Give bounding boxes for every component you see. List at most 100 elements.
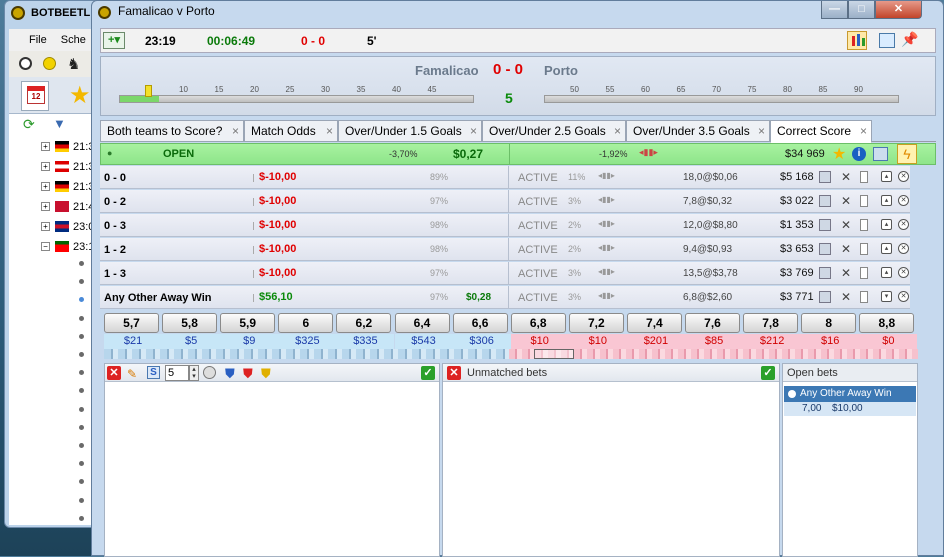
price-button[interactable]: 6,8 [510, 313, 566, 333]
tree-child-row[interactable] [9, 454, 95, 472]
tools-icon[interactable]: ✕ [840, 243, 852, 255]
expand-toggle-icon[interactable]: + [41, 202, 50, 211]
graph-icon[interactable] [819, 267, 831, 279]
graph-icon[interactable] [819, 243, 831, 255]
brush-icon[interactable]: ✎ [127, 365, 137, 383]
shield-blue-icon[interactable]: ⛊ [225, 365, 235, 383]
bar-indicator-icon[interactable] [860, 195, 868, 207]
lightning-icon[interactable]: ϟ [897, 144, 917, 164]
reset-icon[interactable] [203, 366, 216, 379]
confirm-icon[interactable]: ✓ [421, 366, 435, 380]
price-amount[interactable]: $543 [394, 334, 453, 349]
tree-child-row[interactable] [9, 272, 95, 290]
tools-icon[interactable]: ✕ [840, 291, 852, 303]
expand-icon[interactable]: ● [107, 148, 112, 158]
horse-icon[interactable]: ♞ [67, 55, 80, 73]
selection-row[interactable]: 0 - 3 $-10,00 98% ACTIVE 2% ◂▮▮▸ 12,0@$8,80 $1 … [100, 214, 910, 237]
cancel-unmatched-icon[interactable]: ✕ [447, 366, 461, 380]
tree-child-row[interactable] [9, 527, 96, 528]
price-amount[interactable]: $85 [685, 334, 744, 349]
price-button[interactable]: 8 [801, 313, 857, 333]
price-button[interactable]: 6,6 [452, 313, 508, 333]
favorites-star-icon[interactable]: ★ [69, 81, 91, 110]
graph-icon[interactable] [819, 171, 831, 183]
price-button[interactable]: 7,6 [685, 313, 740, 333]
tab-close-icon[interactable]: × [758, 121, 765, 141]
tab-match-odds[interactable]: Match Odds × [244, 120, 338, 142]
remove-icon[interactable]: ✕ [898, 219, 909, 230]
tree-child-row[interactable] [9, 472, 95, 490]
price-button[interactable]: 7,8 [743, 313, 799, 333]
price-button[interactable]: 6,2 [336, 313, 392, 333]
tree-child-row[interactable] [9, 381, 95, 399]
tree-child-row[interactable] [9, 363, 95, 381]
price-amount[interactable]: $325 [278, 334, 337, 349]
tree-child-row[interactable] [9, 491, 95, 509]
tab-over-under-3-5-goals[interactable]: Over/Under 3.5 Goals × [626, 120, 770, 142]
expand-toggle-icon[interactable]: + [41, 182, 50, 191]
tab-close-icon[interactable]: × [470, 121, 477, 141]
favorite-star-icon[interactable]: ★ [832, 144, 846, 164]
tools-icon[interactable]: ✕ [840, 219, 852, 231]
tab-both-teams-to-score-[interactable]: Both teams to Score? × [100, 120, 244, 142]
selection-row[interactable]: 0 - 0 $-10,00 89% ACTIVE 11% ◂▮▮▸ 18,0@$0,06 $5… [100, 166, 910, 189]
price-button[interactable]: 7,4 [626, 313, 682, 333]
tools-icon[interactable]: ✕ [840, 195, 852, 207]
filter-icon[interactable]: ▼ [53, 116, 66, 131]
new-window-icon[interactable] [879, 33, 895, 48]
expand-icon[interactable]: ▴ [881, 219, 892, 230]
tab-close-icon[interactable]: × [326, 121, 333, 141]
bar-indicator-icon[interactable] [860, 171, 868, 183]
open-bet-row[interactable]: Any Other Away Win [784, 386, 916, 402]
tree-child-row[interactable] [9, 290, 95, 308]
remove-icon[interactable]: ✕ [898, 243, 909, 254]
pin-icon[interactable]: 📌 [901, 31, 918, 48]
market-window[interactable]: Famalicao v Porto — □ ✕ +▾ 23:19 00:06:4… [91, 0, 944, 557]
menu-file[interactable]: File [29, 34, 47, 46]
price-amount[interactable]: $0 [859, 334, 918, 349]
tab-over-under-1-5-goals[interactable]: Over/Under 1.5 Goals × [338, 120, 482, 142]
confirm-unmatched-icon[interactable]: ✓ [761, 366, 775, 380]
info-icon[interactable]: i [852, 147, 866, 161]
expand-icon[interactable]: ▴ [881, 195, 892, 206]
tree-child-row[interactable] [9, 400, 95, 418]
stake-s-icon[interactable]: S [147, 366, 160, 379]
background-window[interactable]: BOTBEETL File Sche ♞ 12 ★ ⟳ ▼ +21:3 +21:3 +… [4, 0, 96, 528]
ladder-scroll-thumb[interactable] [534, 349, 574, 359]
price-amount[interactable]: $21 [104, 334, 163, 349]
expand-icon[interactable]: ▴ [881, 243, 892, 254]
tools-icon[interactable]: ✕ [840, 171, 852, 183]
expand-icon[interactable]: ▴ [881, 171, 892, 182]
tree-child-row[interactable] [9, 327, 95, 345]
price-button[interactable]: 6 [278, 313, 334, 333]
maximize-button[interactable]: □ [848, 1, 875, 19]
tab-over-under-2-5-goals[interactable]: Over/Under 2.5 Goals × [482, 120, 626, 142]
price-button[interactable]: 5,7 [104, 313, 159, 333]
bar-indicator-icon[interactable] [860, 219, 868, 231]
tab-close-icon[interactable]: × [232, 121, 239, 141]
graph-icon[interactable] [819, 195, 831, 207]
menu-schedule[interactable]: Sche [61, 34, 86, 46]
tab-close-icon[interactable]: × [860, 121, 867, 141]
stake-stepper[interactable]: ▴ ▾ [189, 365, 199, 381]
price-amount[interactable]: $10 [568, 334, 627, 349]
price-button[interactable]: 6,4 [394, 313, 450, 333]
price-amount[interactable]: $335 [336, 334, 395, 349]
price-amount[interactable]: $16 [801, 334, 860, 349]
add-market-icon[interactable]: +▾ [103, 32, 125, 49]
bar-indicator-icon[interactable] [860, 243, 868, 255]
tree-child-row[interactable] [9, 436, 95, 454]
tools-icon[interactable]: ✕ [840, 267, 852, 279]
expand-toggle-icon[interactable]: − [41, 242, 50, 251]
stake-input[interactable] [165, 365, 189, 381]
selection-row[interactable]: 1 - 3 $-10,00 97% ACTIVE 3% ◂▮▮▸ 13,5@$3,78 $3 … [100, 262, 910, 285]
price-amount[interactable]: $10 [510, 334, 569, 349]
selection-row[interactable]: 0 - 2 $-10,00 97% ACTIVE 3% ◂▮▮▸ 7,8@$0,32 $3 0… [100, 190, 910, 213]
price-amount[interactable]: $201 [626, 334, 685, 349]
close-button[interactable]: ✕ [875, 1, 922, 19]
football-icon[interactable] [19, 57, 32, 70]
refresh-icon[interactable]: ⟳ [23, 116, 35, 133]
remove-icon[interactable]: ✕ [898, 267, 909, 278]
price-amount[interactable]: $306 [452, 334, 511, 349]
expand-toggle-icon[interactable]: + [41, 142, 50, 151]
